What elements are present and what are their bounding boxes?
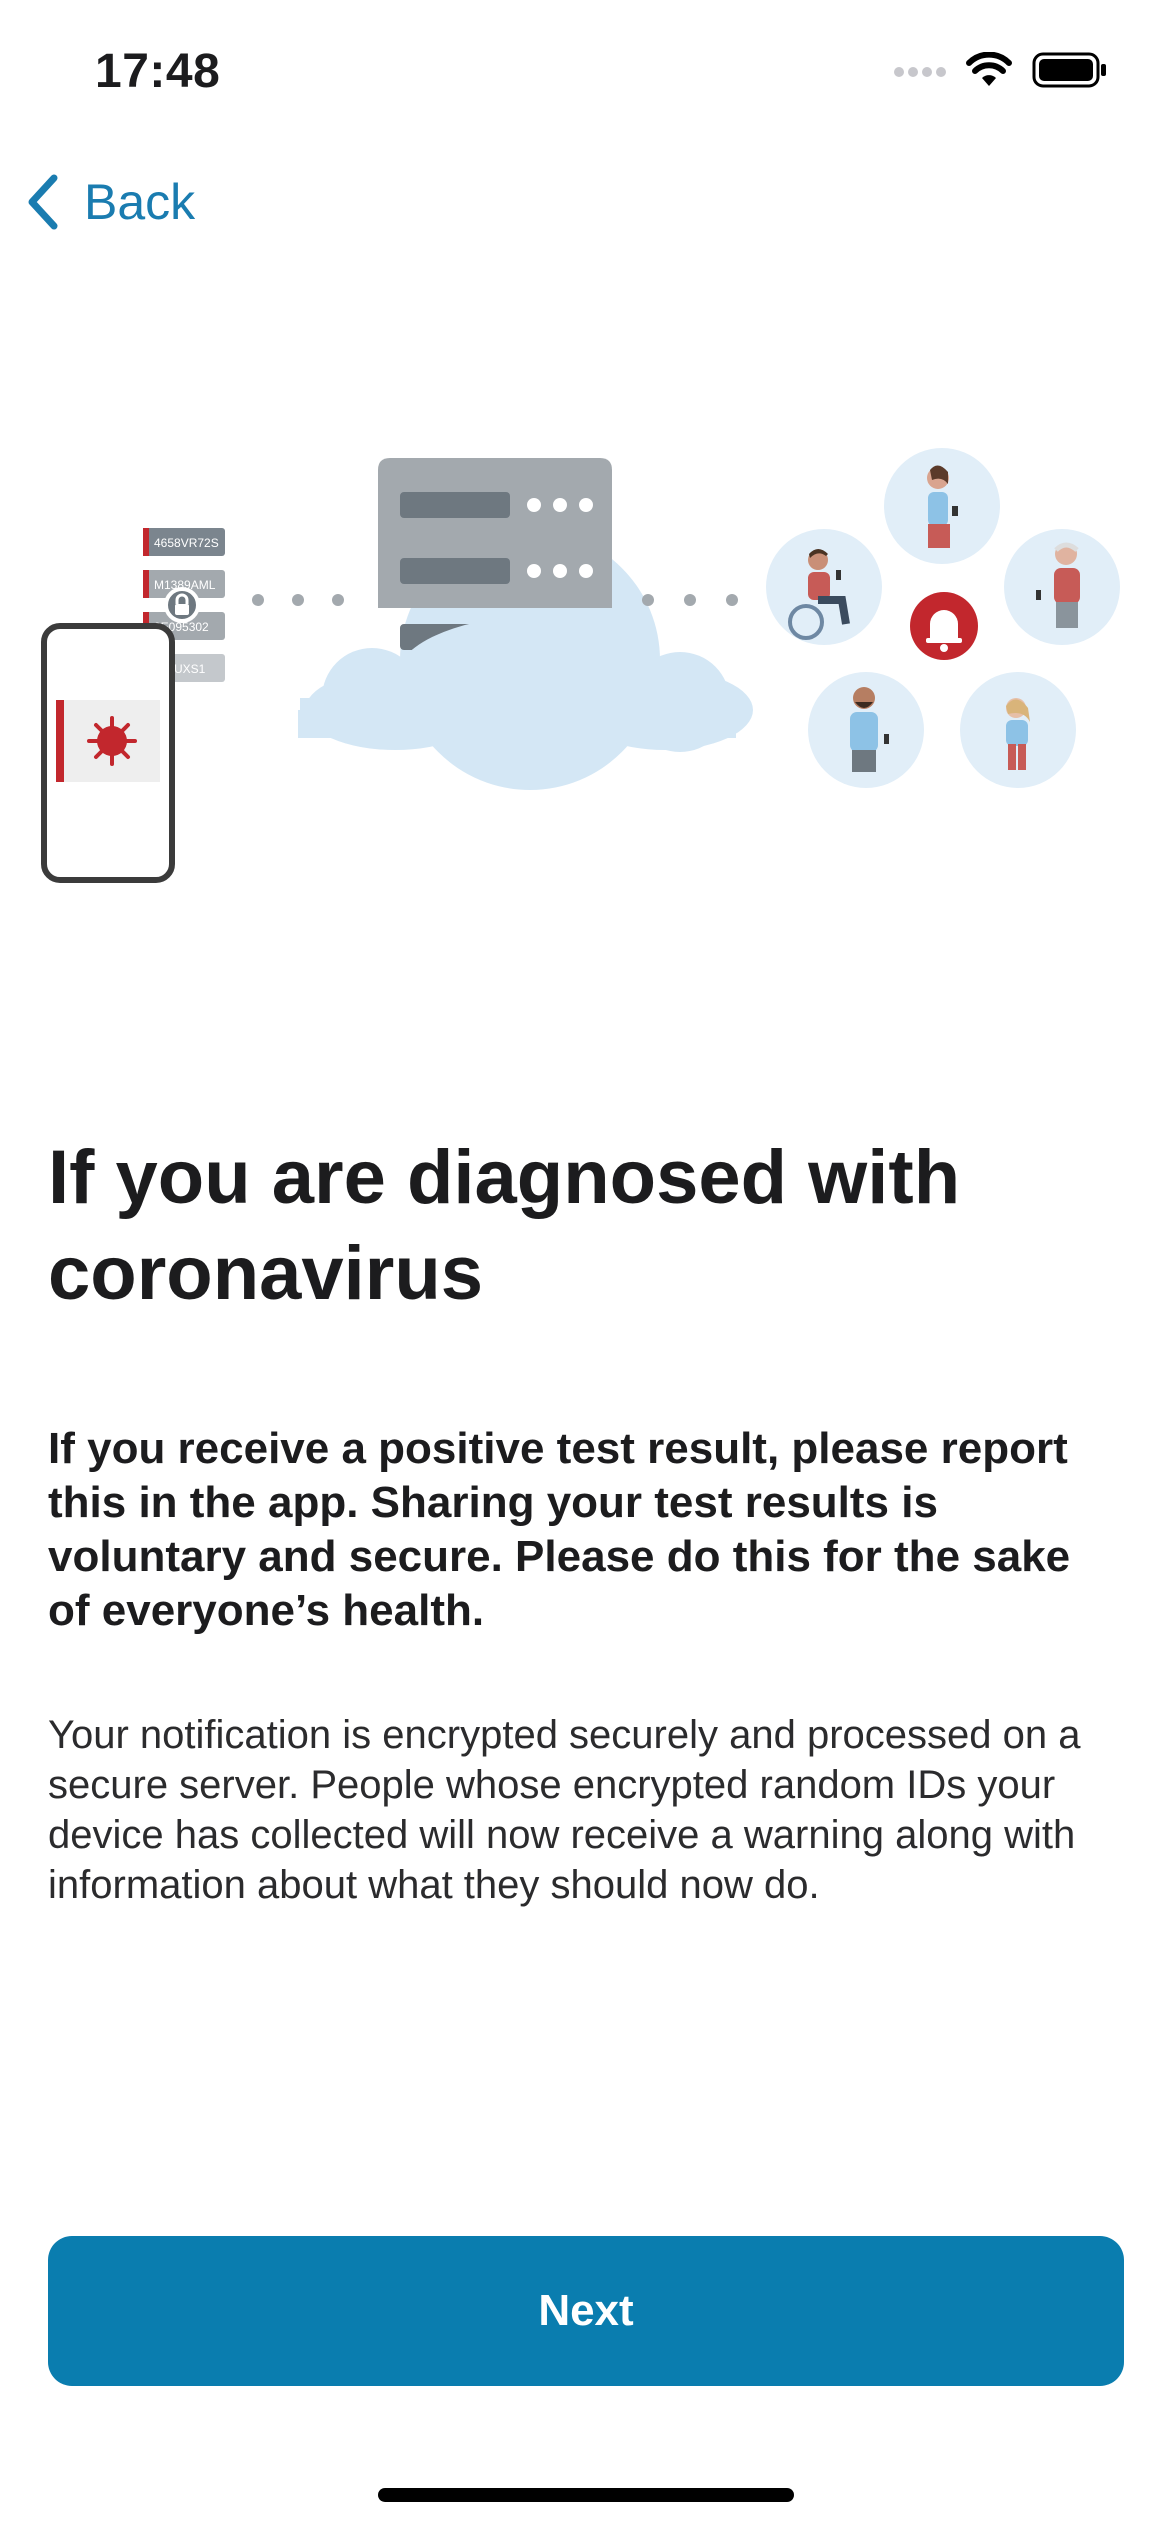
- connection-dots-right: [642, 594, 738, 606]
- status-bar: 17:48: [0, 0, 1170, 150]
- connection-dots-left: [252, 594, 344, 606]
- battery-icon: [1032, 52, 1106, 88]
- illustration: 4658VR72S M1389AML 9E095302 4GUXS1: [41, 448, 1120, 883]
- cloud-front: [298, 617, 753, 753]
- bell-icon: [910, 592, 978, 660]
- phone-icon: [41, 623, 175, 883]
- wifi-icon: [966, 52, 1012, 86]
- id-tag-text: 4658VR72S: [154, 536, 219, 550]
- lead-paragraph: If you receive a positive test result, p…: [48, 1424, 1071, 1635]
- home-indicator[interactable]: [378, 2488, 794, 2502]
- status-icons: [894, 52, 1108, 88]
- back-label: Back: [84, 174, 196, 230]
- signal-icon: [894, 67, 946, 77]
- page-title: If you are diagnosed with coronavirus: [48, 1135, 961, 1316]
- chevron-left-icon: [28, 174, 58, 230]
- status-time: 17:48: [95, 45, 221, 98]
- people-group: [766, 448, 1120, 788]
- body-paragraph: Your notification is encrypted securely …: [48, 1713, 1081, 1907]
- next-button[interactable]: Next: [48, 2236, 1124, 2386]
- back-button[interactable]: Back: [24, 172, 195, 232]
